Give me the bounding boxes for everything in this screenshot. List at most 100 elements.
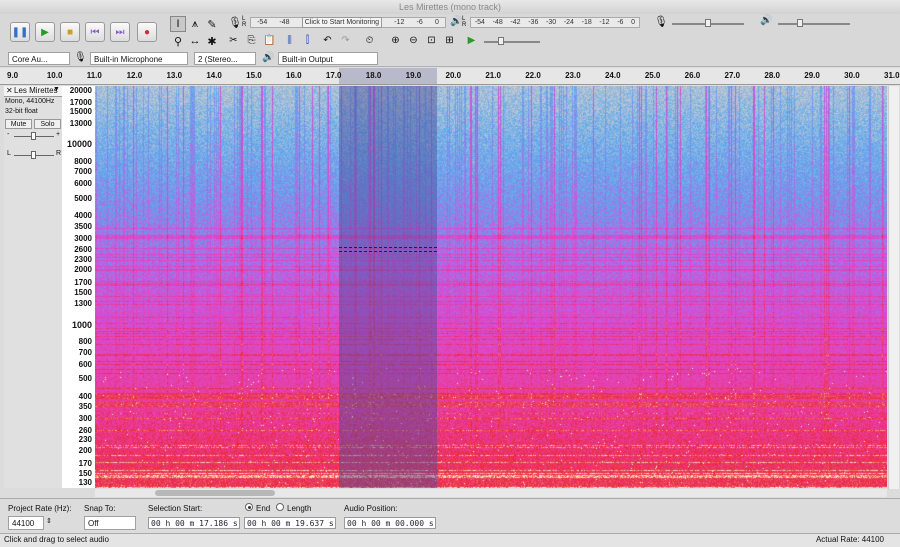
track-name[interactable]: Les Mirettes [14, 86, 58, 95]
ruler-tick-label: 21.0 [485, 71, 501, 80]
envelope-tool[interactable]: ⩚ [187, 16, 203, 32]
pan-slider-thumb[interactable] [31, 151, 36, 159]
skip-to-start-button[interactable]: ⏮ [85, 22, 105, 42]
record-button[interactable]: ● [137, 22, 157, 42]
frequency-label: 4000 [74, 211, 92, 221]
track-bitdepth-info: 32-bit float [5, 108, 38, 115]
fit-project-icon: ⊞ [445, 35, 454, 46]
frequency-selection-top[interactable] [339, 247, 438, 249]
frequency-selection-bottom[interactable] [339, 251, 438, 253]
microphone-volume-icon: 🎙 [654, 16, 668, 28]
horizontal-scrollbar[interactable] [95, 489, 887, 497]
timeline-ruler[interactable]: 9.0 10.0 11.0 12.0 13.0 14.0 15.0 16.0 17.0 18.0 1… [0, 68, 900, 85]
frequency-scale[interactable]: 20000 17000 15000 13000 10000 8000 7000 6000 500… [62, 86, 95, 488]
ruler-tick-label: 29.0 [804, 71, 820, 80]
play-button[interactable]: ▶ [35, 22, 55, 42]
length-radio[interactable] [276, 503, 284, 511]
spectrogram-canvas[interactable] [95, 86, 887, 488]
frequency-label: 8000 [74, 156, 92, 166]
record-meter[interactable]: -54 -48 Click to Start Monitoring -12 -6… [250, 17, 446, 28]
stop-button[interactable]: ■ [60, 22, 80, 42]
horizontal-scroll-thumb[interactable] [155, 490, 275, 496]
trim-icon: ⫼ [287, 35, 292, 46]
ruler-tick-label: 30.0 [844, 71, 860, 80]
selection-tool[interactable]: I [170, 16, 186, 32]
envelope-icon: ⩚ [191, 17, 199, 30]
project-rate-stepper-icon[interactable]: ⇕ [46, 517, 52, 525]
recording-device-select[interactable]: Built-in Microphone [90, 52, 188, 65]
redo-button[interactable]: ↷ [338, 33, 353, 48]
play-at-speed-thumb[interactable] [498, 37, 504, 45]
silence-button[interactable]: ⫿ [300, 33, 315, 48]
frequency-label: 7000 [74, 167, 92, 177]
recording-volume-thumb[interactable] [705, 19, 711, 27]
frequency-label: 300 [78, 414, 92, 424]
gain-slider-thumb[interactable] [31, 132, 36, 140]
time-selection-overlay[interactable] [339, 86, 438, 488]
spectrogram-view[interactable] [95, 86, 887, 488]
frequency-label: 200 [78, 446, 92, 456]
record-icon: ● [143, 26, 151, 38]
paste-button[interactable]: 📋 [262, 33, 277, 48]
pan-right-label: R [56, 150, 62, 157]
end-radio-dot [248, 506, 251, 509]
playback-device-select[interactable]: Built-in Output [278, 52, 378, 65]
track-menu-chevron-icon[interactable]: ▼ [53, 86, 60, 93]
pause-button[interactable]: ❚❚ [10, 22, 30, 42]
frequency-label: 1700 [74, 278, 92, 288]
track-control-panel: ✕ Les Mirettes ▼ Mono, 44100Hz 32-bit fl… [4, 86, 63, 488]
selection-start-field[interactable]: 00 h 00 m 17.186 s [148, 517, 240, 529]
ruler-tick-label: 12.0 [126, 71, 143, 80]
fit-project-button[interactable]: ⊞ [442, 33, 457, 48]
zoom-out-button[interactable]: ⊖ [406, 33, 421, 48]
project-rate-select[interactable]: 44100 [8, 516, 44, 530]
frequency-label: 700 [78, 347, 92, 357]
play-at-speed-button[interactable]: ▶ [464, 33, 479, 48]
undo-button[interactable]: ↶ [320, 33, 335, 48]
ruler-tick-label: 24.0 [604, 71, 621, 80]
frequency-label: 1300 [74, 299, 92, 309]
solo-button[interactable]: Solo [34, 119, 61, 129]
gain-minus-label: - [7, 131, 10, 138]
mute-button[interactable]: Mute [5, 119, 32, 129]
vertical-scrollbar[interactable] [888, 86, 899, 489]
cut-button[interactable]: ✂ [226, 33, 241, 48]
sync-lock-icon: ⏲ [365, 35, 374, 46]
playback-volume-slider[interactable] [778, 23, 850, 25]
asterisk-icon: ✱ [207, 35, 217, 48]
zoom-tool[interactable]: ⚲ [170, 33, 186, 49]
play-icon: ▶ [467, 35, 476, 46]
sync-lock-button[interactable]: ⏲ [362, 33, 377, 48]
close-track-icon[interactable]: ✕ [6, 86, 13, 95]
frequency-label: 1000 [71, 319, 92, 330]
start-monitoring-prompt[interactable]: Click to Start Monitoring [301, 17, 383, 28]
selection-end-field[interactable]: 00 h 00 m 19.637 s [244, 517, 336, 529]
copy-button[interactable]: ⎘ [244, 33, 259, 48]
multi-tool[interactable]: ✱ [204, 33, 220, 49]
end-radio[interactable] [245, 503, 253, 511]
audio-position-field[interactable]: 00 h 00 m 00.000 s [344, 517, 436, 529]
frequency-label: 17000 [69, 97, 92, 107]
frequency-label: 170 [78, 458, 92, 468]
ruler-tick-label: 25.0 [644, 71, 661, 80]
ruler-selection-highlight [339, 68, 438, 84]
audio-host-select[interactable]: Core Au... [8, 52, 70, 65]
zoom-in-button[interactable]: ⊕ [388, 33, 403, 48]
recording-channels-select[interactable]: 2 (Stereo... [194, 52, 256, 65]
frequency-label: 3000 [74, 233, 92, 243]
frequency-label: 1500 [74, 288, 92, 298]
track-header[interactable]: ✕ Les Mirettes ▼ [4, 86, 62, 97]
trim-button[interactable]: ⫼ [282, 33, 297, 48]
fit-selection-button[interactable]: ⊡ [424, 33, 439, 48]
draw-tool[interactable]: ✎ [204, 16, 220, 32]
length-label: Length [287, 504, 312, 513]
playback-meter[interactable]: -54 -48 -42 -36 -30 -24 -18 -12 -6 0 [470, 17, 640, 28]
pan-left-label: L [7, 150, 11, 157]
play-at-speed-slider[interactable] [484, 41, 540, 43]
snap-to-select[interactable]: Off [84, 516, 136, 530]
playback-volume-thumb[interactable] [797, 19, 803, 27]
microphone-icon: 🎙 [228, 17, 242, 29]
time-shift-tool[interactable]: ↔ [187, 33, 203, 49]
skip-end-icon: ⏭ [115, 26, 125, 38]
skip-to-end-button[interactable]: ⏭ [110, 22, 130, 42]
